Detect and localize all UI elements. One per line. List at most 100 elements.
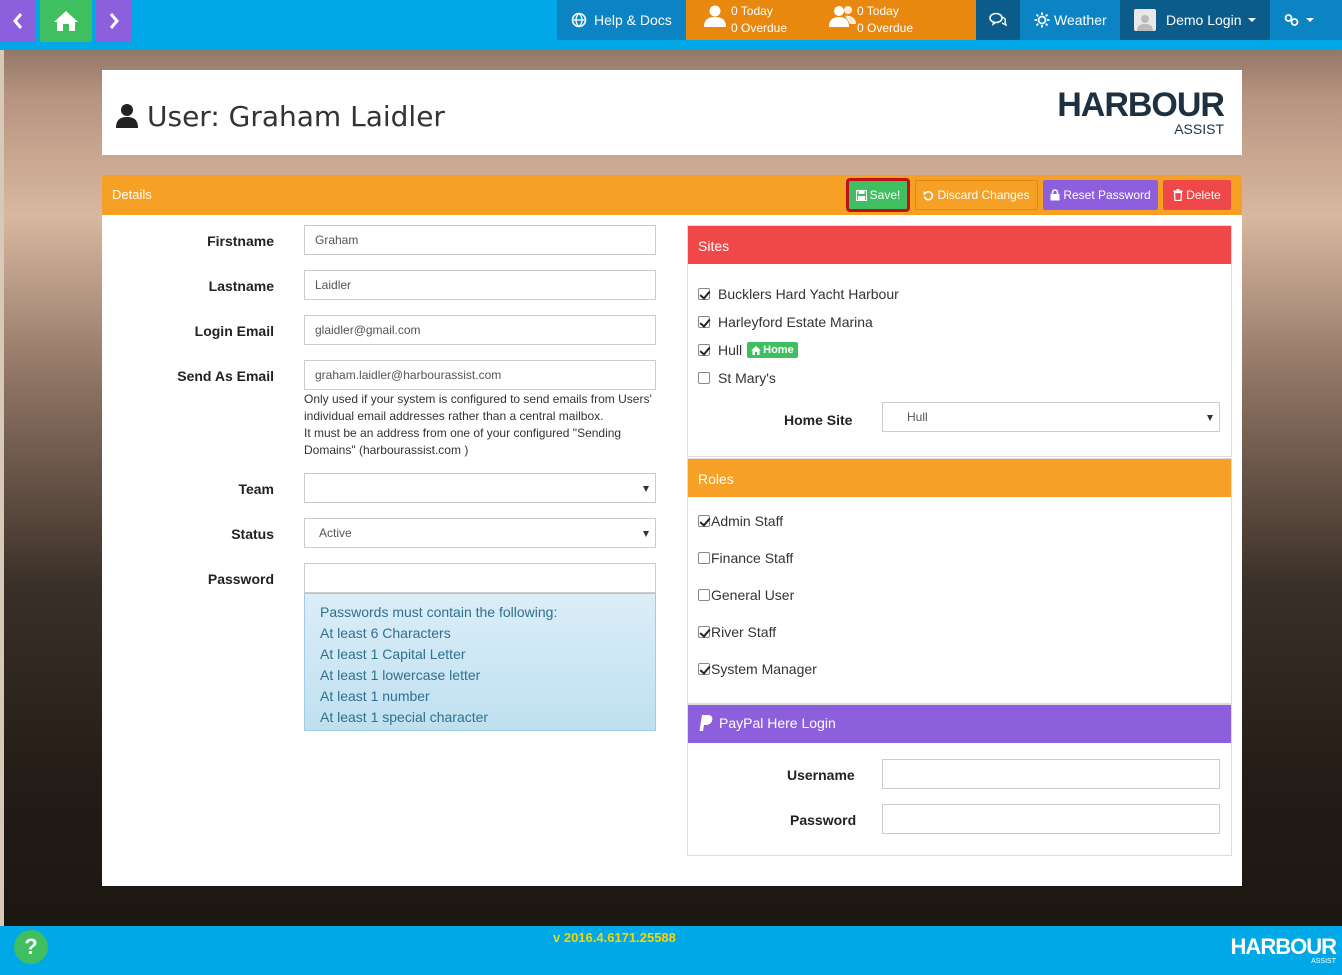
status-row: Status Active <box>102 518 662 548</box>
home-site-label: Home Site <box>784 412 853 428</box>
site-checkbox[interactable] <box>698 316 710 328</box>
role-option-admin-staff[interactable]: Admin Staff <box>698 513 783 529</box>
site-checkbox[interactable] <box>698 344 710 356</box>
chat-button[interactable] <box>976 0 1020 40</box>
sites-header: Sites <box>688 226 1231 264</box>
status-select[interactable]: Active <box>304 518 656 548</box>
role-checkbox[interactable] <box>698 589 710 601</box>
role-label: Finance Staff <box>711 550 794 566</box>
site-option-hull[interactable]: Hull Home <box>698 342 798 358</box>
discard-changes-button[interactable]: Discard Changes <box>915 180 1038 210</box>
role-label: Admin Staff <box>711 513 784 529</box>
role-checkbox[interactable] <box>698 515 710 527</box>
details-title: Details <box>112 187 152 202</box>
background-edge <box>0 40 4 926</box>
dropdown-arrow-icon <box>643 486 649 492</box>
trash-icon <box>1173 189 1183 201</box>
password-input[interactable] <box>304 563 656 593</box>
login-email-input[interactable]: glaidler@gmail.com <box>304 315 656 345</box>
password-rule: At least 6 Characters <box>320 625 451 641</box>
paypal-panel: PayPal Here Login Username Password <box>687 704 1232 856</box>
site-option-harleyford[interactable]: Harleyford Estate Marina <box>698 314 873 330</box>
team-select[interactable] <box>304 473 656 503</box>
footer-logo-brand: HARBOUR <box>1230 934 1337 959</box>
logo-brand: HARBOUR <box>1057 86 1225 124</box>
role-checkbox[interactable] <box>698 552 710 564</box>
logo-sub: ASSIST <box>1174 121 1224 137</box>
site-label: Hull <box>718 342 743 358</box>
role-option-finance-staff[interactable]: Finance Staff <box>698 550 793 566</box>
dropdown-arrow-icon <box>643 531 649 537</box>
user-menu[interactable]: Demo Login <box>1120 0 1270 40</box>
team-tasks-overdue: 0 Overdue <box>857 21 914 35</box>
password-rule: At least 1 Capital Letter <box>320 646 466 662</box>
paypal-header: PayPal Here Login <box>688 705 1231 743</box>
send-as-email-input[interactable]: graham.laidler@harbourassist.com <box>304 360 656 390</box>
floppy-disk-icon <box>855 189 867 201</box>
team-tasks-today: 0 Today <box>857 4 899 18</box>
role-option-system-manager[interactable]: System Manager <box>698 661 817 677</box>
site-option-st-marys[interactable]: St Mary's <box>698 370 776 386</box>
weather-label: Weather <box>1054 12 1107 28</box>
caret-down-icon <box>1306 18 1314 22</box>
reset-password-button[interactable]: Reset Password <box>1043 180 1158 210</box>
firstname-input[interactable]: Graham <box>304 225 656 255</box>
home-site-select[interactable]: Hull <box>882 402 1220 432</box>
undo-icon <box>923 190 934 200</box>
sun-icon <box>1034 12 1050 28</box>
back-button[interactable] <box>0 0 36 42</box>
reset-label: Reset Password <box>1063 188 1151 202</box>
help-text-line: It must be an address from one of your c… <box>304 426 622 457</box>
team-row: Team <box>102 473 662 503</box>
role-checkbox[interactable] <box>698 626 710 638</box>
version-label: v 2016.4.6171.25588 <box>553 930 676 945</box>
login-email-row: Login Email glaidler@gmail.com <box>102 315 662 345</box>
delete-button[interactable]: Delete <box>1163 180 1231 210</box>
roles-header: Roles <box>688 459 1231 497</box>
task-summary: 0 Today 0 Overdue 0 Today 0 Overdue <box>686 0 976 40</box>
user-icon <box>704 5 726 27</box>
sites-panel: Sites Bucklers Hard Yacht Harbour Harley… <box>687 225 1232 457</box>
forward-button[interactable] <box>96 0 132 42</box>
weather-button[interactable]: Weather <box>1020 0 1120 40</box>
site-label: Harleyford Estate Marina <box>718 314 873 330</box>
role-checkbox[interactable] <box>698 663 710 675</box>
link-icon <box>1284 14 1299 26</box>
delete-label: Delete <box>1186 188 1221 202</box>
send-as-email-row: Send As Email graham.laidler@harbourassi… <box>102 360 662 390</box>
site-checkbox[interactable] <box>698 372 710 384</box>
links-menu[interactable] <box>1270 0 1342 40</box>
page-title: User: Graham Laidler <box>147 100 445 133</box>
password-rules-box: Passwords must contain the following: At… <box>304 593 656 731</box>
password-rule: At least 1 number <box>320 688 430 704</box>
paypal-icon <box>699 715 713 731</box>
home-button[interactable] <box>40 0 92 42</box>
caret-down-icon <box>1247 18 1256 22</box>
password-rule: At least 1 special character <box>320 709 489 725</box>
save-label: Save! <box>869 188 901 202</box>
home-site-value: Hull <box>907 410 928 424</box>
dropdown-arrow-icon <box>1207 415 1213 421</box>
role-label: River Staff <box>711 624 777 640</box>
site-checkbox[interactable] <box>698 288 710 300</box>
paypal-username-label: Username <box>787 767 855 783</box>
password-label: Password <box>207 571 274 587</box>
paypal-username-input[interactable] <box>882 759 1220 789</box>
lastname-row: Lastname Laidler <box>102 270 662 300</box>
chat-icon <box>989 12 1007 27</box>
home-icon <box>54 11 78 31</box>
password-rules-heading: Passwords must contain the following: <box>320 604 558 620</box>
lastname-input[interactable]: Laidler <box>304 270 656 300</box>
site-option-bucklers[interactable]: Bucklers Hard Yacht Harbour <box>698 286 899 302</box>
role-option-river-staff[interactable]: River Staff <box>698 624 776 640</box>
help-docs-link[interactable]: Help & Docs <box>557 0 686 40</box>
help-bubble-button[interactable]: ? <box>14 930 48 964</box>
role-option-general-user[interactable]: General User <box>698 587 794 603</box>
save-button[interactable]: Save! <box>846 178 910 212</box>
firstname-row: Firstname Graham <box>102 225 662 255</box>
firstname-label: Firstname <box>207 233 274 249</box>
user-name-label: Demo Login <box>1166 12 1242 28</box>
user-icon <box>116 104 138 128</box>
team-label: Team <box>238 481 274 497</box>
paypal-password-input[interactable] <box>882 804 1220 834</box>
